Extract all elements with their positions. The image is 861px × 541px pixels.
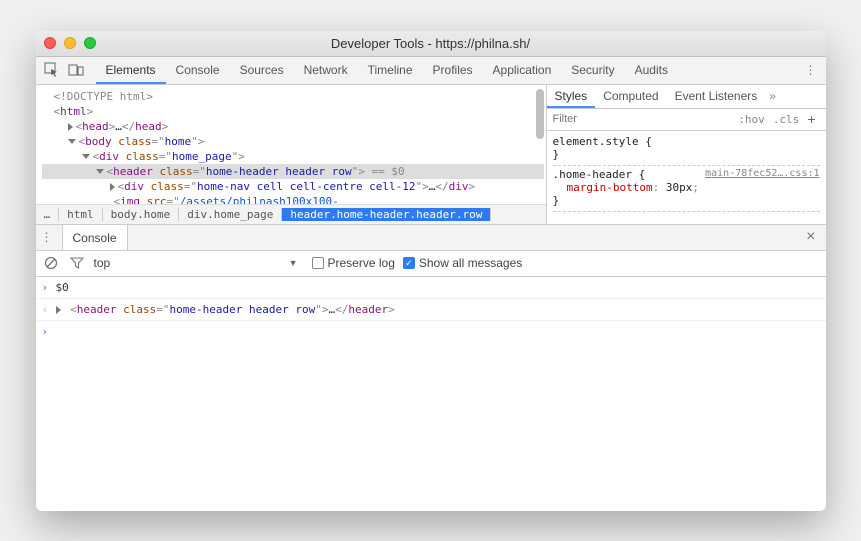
checkbox-empty-icon bbox=[312, 257, 324, 269]
styles-tab-listeners[interactable]: Event Listeners bbox=[667, 84, 766, 108]
prompt-icon: › bbox=[42, 325, 56, 338]
rule-element-style[interactable]: element.style { } bbox=[553, 133, 820, 166]
tab-elements[interactable]: Elements bbox=[96, 56, 166, 84]
show-all-checkbox[interactable]: ✓ Show all messages bbox=[403, 256, 522, 270]
main-area: <!DOCTYPE html> <html> <head>…</head> <b… bbox=[36, 85, 826, 225]
tab-network[interactable]: Network bbox=[294, 56, 358, 84]
hov-toggle[interactable]: :hov bbox=[734, 113, 769, 126]
tab-security[interactable]: Security bbox=[561, 56, 624, 84]
scrollbar-thumb[interactable] bbox=[536, 89, 544, 139]
rule-home-header[interactable]: main-78fec52….css:1 .home-header { margi… bbox=[553, 166, 820, 212]
dom-div2[interactable]: <div class="home-nav cell cell-centre ce… bbox=[42, 179, 544, 194]
expand-icon[interactable] bbox=[68, 123, 73, 131]
styles-tab-computed[interactable]: Computed bbox=[595, 84, 666, 108]
drawer-menu-icon[interactable]: ⋮ bbox=[36, 230, 58, 244]
collapse-icon[interactable] bbox=[96, 169, 104, 174]
preserve-log-label: Preserve log bbox=[328, 256, 395, 270]
zoom-window-icon[interactable] bbox=[84, 37, 96, 49]
devtools-window: Developer Tools - https://philna.sh/ Ele… bbox=[36, 31, 826, 511]
crumb-html[interactable]: html bbox=[59, 208, 103, 221]
preserve-log-checkbox[interactable]: Preserve log bbox=[312, 256, 395, 270]
elements-panel: <!DOCTYPE html> <html> <head>…</head> <b… bbox=[36, 85, 546, 224]
clear-console-icon[interactable] bbox=[42, 256, 60, 270]
source-link[interactable]: main-78fec52….css:1 bbox=[705, 168, 819, 179]
close-window-icon[interactable] bbox=[44, 37, 56, 49]
context-selector[interactable]: top ▼ bbox=[94, 256, 304, 270]
dom-selected-header[interactable]: <header class="home-header header row"> … bbox=[42, 164, 544, 179]
console-prompt-row[interactable]: › bbox=[36, 321, 826, 342]
styles-tab-styles[interactable]: Styles bbox=[547, 84, 596, 108]
console-body[interactable]: › $0 ‹ <header class="home-header header… bbox=[36, 277, 826, 511]
console-input-text: $0 bbox=[56, 281, 820, 294]
crumb-body[interactable]: body.home bbox=[103, 208, 180, 221]
breadcrumb: … html body.home div.home_page header.ho… bbox=[36, 204, 546, 224]
crumb-ellipsis[interactable]: … bbox=[36, 208, 60, 221]
collapse-icon[interactable] bbox=[68, 139, 76, 144]
drawer: ⋮ Console × top ▼ Preserve log ✓ Show al… bbox=[36, 225, 826, 511]
styles-overflow-icon[interactable]: » bbox=[765, 89, 780, 103]
tab-application[interactable]: Application bbox=[483, 56, 562, 84]
checkbox-checked-icon: ✓ bbox=[403, 257, 415, 269]
dom-div1-open[interactable]: <div class="home_page"> bbox=[42, 149, 544, 164]
dom-html-open[interactable]: <html> bbox=[42, 104, 544, 119]
crumb-div[interactable]: div.home_page bbox=[179, 208, 282, 221]
context-label: top bbox=[94, 256, 111, 270]
tab-timeline[interactable]: Timeline bbox=[358, 56, 423, 84]
result-icon: ‹ bbox=[42, 303, 56, 316]
styles-filter-input[interactable] bbox=[553, 113, 735, 125]
chevron-down-icon: ▼ bbox=[289, 258, 298, 268]
drawer-tabs: ⋮ Console × bbox=[36, 225, 826, 251]
filter-icon[interactable] bbox=[68, 256, 86, 270]
window-title: Developer Tools - https://philna.sh/ bbox=[36, 36, 826, 51]
drawer-tab-console[interactable]: Console bbox=[62, 224, 128, 250]
traffic-lights bbox=[44, 37, 96, 49]
main-tabs: Elements Console Sources Network Timelin… bbox=[96, 56, 800, 84]
styles-filter-row: :hov .cls + bbox=[547, 109, 826, 131]
main-menu-icon[interactable]: ⋮ bbox=[800, 63, 822, 77]
minimize-window-icon[interactable] bbox=[64, 37, 76, 49]
tab-console[interactable]: Console bbox=[166, 56, 230, 84]
titlebar: Developer Tools - https://philna.sh/ bbox=[36, 31, 826, 57]
show-all-label: Show all messages bbox=[419, 256, 522, 270]
prompt-icon: › bbox=[42, 281, 56, 294]
tab-profiles[interactable]: Profiles bbox=[423, 56, 483, 84]
add-rule-icon[interactable]: + bbox=[803, 111, 819, 127]
expand-icon[interactable] bbox=[56, 306, 61, 314]
close-drawer-icon[interactable]: × bbox=[796, 228, 825, 246]
device-mode-icon[interactable] bbox=[64, 58, 88, 82]
tab-audits[interactable]: Audits bbox=[625, 56, 678, 84]
dom-img[interactable]: <img src="/assets/philnash100x100- bbox=[42, 194, 544, 204]
main-toolbar: Elements Console Sources Network Timelin… bbox=[36, 57, 826, 85]
dom-body-open[interactable]: <body class="home"> bbox=[42, 134, 544, 149]
console-row[interactable]: › $0 bbox=[36, 277, 826, 299]
dom-head[interactable]: <head>…</head> bbox=[42, 119, 544, 134]
cls-toggle[interactable]: .cls bbox=[769, 113, 804, 126]
inspect-element-icon[interactable] bbox=[40, 58, 64, 82]
styles-rules[interactable]: element.style { } main-78fec52….css:1 .h… bbox=[547, 131, 826, 214]
styles-tabs: Styles Computed Event Listeners » bbox=[547, 85, 826, 109]
crumb-header[interactable]: header.home-header.header.row bbox=[282, 208, 491, 221]
console-result: <header class="home-header header row">…… bbox=[56, 303, 820, 316]
dom-tree[interactable]: <!DOCTYPE html> <html> <head>…</head> <b… bbox=[36, 85, 546, 204]
expand-icon[interactable] bbox=[110, 183, 115, 191]
console-row[interactable]: ‹ <header class="home-header header row"… bbox=[36, 299, 826, 321]
tab-sources[interactable]: Sources bbox=[230, 56, 294, 84]
collapse-icon[interactable] bbox=[82, 154, 90, 159]
console-controls: top ▼ Preserve log ✓ Show all messages bbox=[36, 251, 826, 277]
dom-doctype[interactable]: <!DOCTYPE html> bbox=[42, 89, 544, 104]
styles-panel: Styles Computed Event Listeners » :hov .… bbox=[546, 85, 826, 224]
